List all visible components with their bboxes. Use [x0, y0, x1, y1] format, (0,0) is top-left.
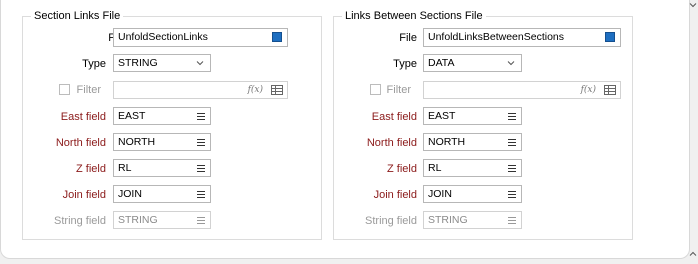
z-field-value: RL — [428, 162, 442, 174]
list-icon[interactable] — [197, 216, 205, 225]
z-field-input[interactable]: RL — [113, 159, 211, 177]
file-input[interactable]: UnfoldLinksBetweenSections — [423, 28, 621, 47]
string-field-label: String field — [54, 215, 106, 227]
file-input[interactable]: UnfoldSectionLinks — [113, 28, 288, 47]
group-title: Links Between Sections File — [342, 10, 486, 22]
join-field-label: Join field — [373, 189, 417, 201]
filter-input[interactable]: f(x) — [113, 81, 288, 99]
string-field-value: STRING — [118, 214, 158, 226]
type-label: Type — [393, 58, 417, 70]
join-field-input[interactable]: JOIN — [423, 185, 522, 203]
file-value: UnfoldSectionLinks — [118, 31, 208, 43]
form-panel: Section Links File File UnfoldSectionLin… — [0, 0, 690, 259]
type-label: Type — [82, 58, 106, 70]
east-field-label: East field — [371, 111, 417, 123]
join-field-label: Join field — [62, 189, 106, 201]
string-field-value: STRING — [428, 214, 468, 226]
file-label: File — [399, 32, 417, 44]
filter-label: Filter — [386, 84, 411, 96]
north-field-input[interactable]: NORTH — [423, 133, 522, 151]
list-icon[interactable] — [197, 112, 205, 121]
east-field-value: EAST — [428, 110, 456, 122]
type-select[interactable]: DATA — [423, 54, 522, 72]
list-icon[interactable] — [197, 138, 205, 147]
east-field-input[interactable]: EAST — [113, 107, 211, 125]
filter-label: Filter — [76, 84, 101, 96]
color-swatch-icon[interactable] — [272, 32, 282, 42]
north-field-value: NORTH — [118, 136, 156, 148]
function-icon[interactable]: f(x) — [581, 83, 596, 97]
scroll-up-icon[interactable] — [689, 250, 697, 258]
chevron-down-icon — [507, 61, 515, 66]
z-field-input[interactable]: RL — [423, 159, 522, 177]
type-value: DATA — [428, 57, 455, 69]
east-field-label: East field — [60, 111, 106, 123]
list-icon[interactable] — [197, 164, 205, 173]
north-field-label: North field — [366, 137, 417, 149]
z-field-value: RL — [118, 162, 132, 174]
group-title: Section Links File — [31, 10, 124, 22]
type-select[interactable]: STRING — [113, 54, 211, 72]
list-icon[interactable] — [508, 216, 516, 225]
east-field-input[interactable]: EAST — [423, 107, 522, 125]
north-field-input[interactable]: NORTH — [113, 133, 211, 151]
join-field-value: JOIN — [118, 188, 142, 200]
list-icon[interactable] — [508, 112, 516, 121]
string-field-input[interactable]: STRING — [423, 211, 522, 229]
join-field-value: JOIN — [428, 188, 452, 200]
filter-input[interactable]: f(x) — [423, 81, 621, 99]
north-field-label: North field — [55, 137, 106, 149]
scroll-down-icon[interactable] — [689, 1, 697, 9]
east-field-value: EAST — [118, 110, 146, 122]
string-field-label: String field — [365, 215, 417, 227]
list-icon[interactable] — [508, 164, 516, 173]
function-icon[interactable]: f(x) — [248, 83, 263, 97]
section-links-file-group: Section Links File File UnfoldSectionLin… — [22, 10, 322, 240]
type-value: STRING — [118, 57, 158, 69]
north-field-value: NORTH — [428, 136, 466, 148]
table-icon[interactable] — [604, 85, 616, 95]
z-field-label: Z field — [387, 163, 417, 175]
list-icon[interactable] — [197, 190, 205, 199]
list-icon[interactable] — [508, 138, 516, 147]
list-icon[interactable] — [508, 190, 516, 199]
file-label: File — [26, 31, 126, 45]
file-value: UnfoldLinksBetweenSections — [428, 31, 564, 43]
table-icon[interactable] — [271, 85, 283, 95]
join-field-input[interactable]: JOIN — [113, 185, 211, 203]
chevron-down-icon — [196, 61, 204, 66]
z-field-label: Z field — [76, 163, 106, 175]
color-swatch-icon[interactable] — [605, 32, 615, 42]
string-field-input[interactable]: STRING — [113, 211, 211, 229]
links-between-sections-file-group: Links Between Sections File File UnfoldL… — [333, 10, 633, 240]
